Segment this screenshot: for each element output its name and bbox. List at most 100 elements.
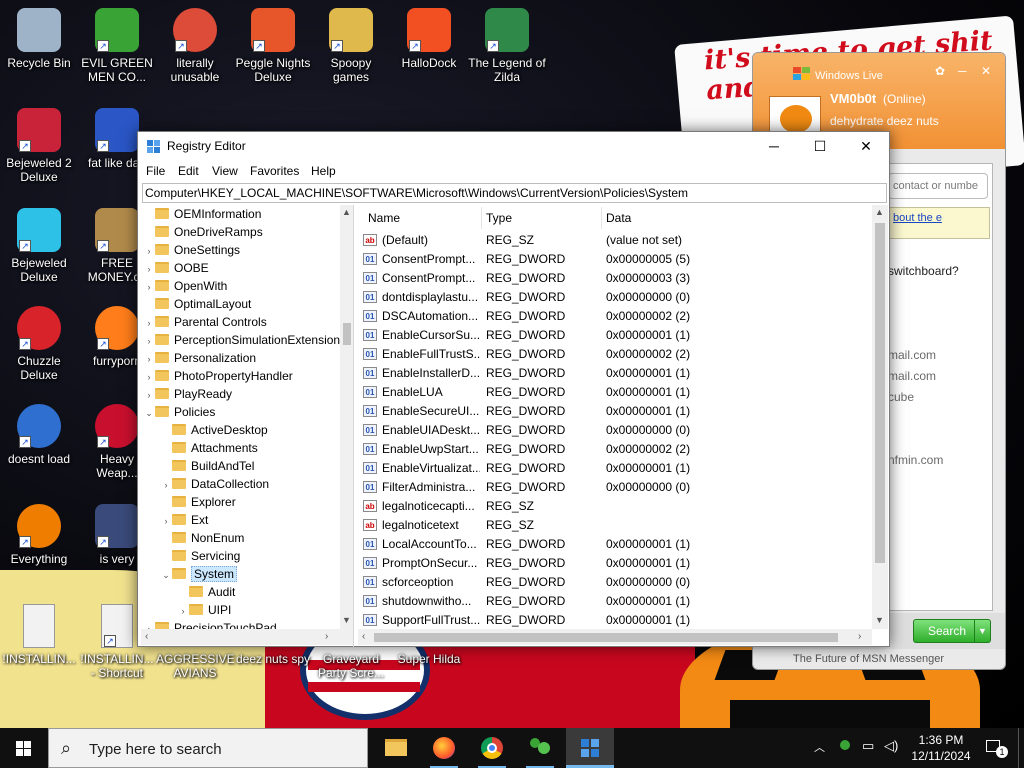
scroll-up-arrow-icon[interactable]: ▲ [342,207,351,217]
tree-node[interactable]: Audit [177,583,235,601]
address-bar[interactable]: Computer\HKEY_LOCAL_MACHINE\SOFTWARE\Mic… [142,183,887,203]
scroll-down-arrow-icon[interactable]: ▼ [342,615,351,625]
registry-value-row[interactable]: 01 shutdownwitho... REG_DWORD 0x00000001 (1… [358,592,868,611]
registry-value-row[interactable]: 01 EnableSecureUI... REG_DWORD 0x00000001 (… [358,402,868,421]
column-header-data[interactable]: Data [602,207,872,229]
minimize-button[interactable]: ─ [958,64,967,78]
scroll-right-arrow-icon[interactable]: › [325,631,328,642]
scroll-right-arrow-icon[interactable]: › [858,631,861,642]
chevron-right-icon[interactable]: › [143,242,155,260]
network-icon[interactable]: ▭ [862,738,874,768]
desktop-icon[interactable]: ↗ Peggle Nights Deluxe [234,8,312,84]
show-desktop-button[interactable] [1018,728,1024,768]
list-horizontal-scrollbar[interactable]: ‹ › [358,629,872,645]
chevron-down-icon[interactable]: ⌄ [160,566,172,584]
chevron-right-icon[interactable]: › [143,368,155,386]
tree-horizontal-scrollbar[interactable]: ‹ › [141,629,353,645]
chevron-right-icon[interactable]: › [143,278,155,296]
desktop-icon[interactable]: ↗ Everything [0,504,78,566]
desktop-icon[interactable]: !INSTALLIN... [0,604,78,666]
column-header-name[interactable]: Name [364,207,482,229]
volume-icon[interactable]: ◁) [884,738,898,768]
chevron-right-icon[interactable]: › [143,350,155,368]
tree-node[interactable]: › Ext [160,511,209,530]
contact-search-input[interactable]: contact or numbe [888,173,988,199]
desktop-icon[interactable]: ↗ Bejeweled Deluxe [0,208,78,284]
menu-help[interactable]: Help [311,164,336,178]
desktop-icon[interactable]: deez nuts spy [234,652,312,666]
tree-node[interactable]: NonEnum [160,529,244,547]
list-vertical-scrollbar[interactable]: ▲ ▼ [872,205,888,629]
tree-node[interactable]: OneDriveRamps [143,223,263,241]
tree-node[interactable]: ⌄ Policies [143,403,215,421]
registry-value-row[interactable]: 01 FilterAdministra... REG_DWORD 0x00000000… [358,478,868,497]
scroll-up-arrow-icon[interactable]: ▲ [875,207,884,217]
avatar[interactable] [769,96,821,136]
system-clock[interactable]: 1:36 PM 12/11/2024 [906,732,976,764]
registry-value-row[interactable]: 01 EnableInstallerD... REG_DWORD 0x00000001… [358,364,868,383]
registry-value-row[interactable]: 01 ConsentPrompt... REG_DWORD 0x00000005 (5… [358,250,868,269]
desktop-icon[interactable]: ↗ Bejeweled 2 Deluxe [0,108,78,184]
registry-value-row[interactable]: 01 SupportFullTrust... REG_DWORD 0x00000001… [358,611,868,630]
chevron-down-icon[interactable]: ⌄ [143,404,155,422]
taskbar-regedit[interactable] [566,728,614,768]
chevron-right-icon[interactable]: › [160,512,172,530]
tree-node[interactable]: › UIPI [177,601,232,619]
registry-value-row[interactable]: 01 EnableVirtualizat... REG_DWORD 0x0000000… [358,459,868,478]
contact-entry[interactable]: mail.com [888,369,936,383]
menu-view[interactable]: View [212,164,238,178]
column-header-type[interactable]: Type [482,207,602,229]
title-bar[interactable]: Registry Editor ─ ☐ ✕ [138,132,889,160]
people-icon[interactable] [838,738,852,754]
registry-value-row[interactable]: ab legalnoticecapti... REG_SZ [358,497,868,516]
scroll-left-arrow-icon[interactable]: ‹ [145,631,148,642]
desktop-icon[interactable]: Graveyard Party Scre... [312,652,390,680]
registry-value-row[interactable]: 01 dontdisplaylastu... REG_DWORD 0x00000000… [358,288,868,307]
personal-message[interactable]: dehydrate deez nuts [830,114,939,128]
tree-node[interactable]: Explorer [160,493,236,511]
settings-icon[interactable]: ✿ [935,64,945,78]
chevron-right-icon[interactable]: › [143,332,155,350]
tree-node[interactable]: BuildAndTel [160,457,254,475]
info-banner-link[interactable]: bout the e [888,207,990,239]
contact-entry[interactable]: cube [888,390,914,404]
key-tree-pane[interactable]: OEMInformation OneDriveRamps › OneSettings ›… [141,205,354,647]
menu-file[interactable]: File [146,164,165,178]
tree-node[interactable]: › OpenWith [143,277,228,296]
status-indicator[interactable]: (Online) [883,92,926,106]
tree-node[interactable]: › DataCollection [160,475,270,493]
user-display-name[interactable]: VM0b0t [830,91,876,106]
tree-node[interactable]: OEMInformation [143,205,261,223]
list-scroll-thumb[interactable] [875,223,885,563]
desktop-icon[interactable]: AGGRESSIVE AVIANS [156,652,235,680]
desktop-icon[interactable]: ↗ doesnt load [0,404,78,466]
tree-node[interactable]: › PhotoPropertyHandler [143,367,293,385]
registry-value-row[interactable]: 01 EnableFullTrustS... REG_DWORD 0x00000002… [358,345,868,364]
tree-node[interactable]: › PlayReady [143,385,233,404]
registry-value-row[interactable]: 01 EnableCursorSu... REG_DWORD 0x00000001 (… [358,326,868,345]
desktop-icon[interactable]: Super Hilda [390,652,468,666]
taskbar-messenger[interactable] [516,728,564,768]
tree-node[interactable]: › OOBE [143,259,209,277]
minimize-button[interactable]: ─ [751,132,797,160]
desktop-icon[interactable]: ↗ Chuzzle Deluxe [0,306,78,382]
tree-node[interactable]: › Parental Controls [143,313,267,331]
tree-scroll-thumb[interactable] [343,323,351,345]
values-list-pane[interactable]: Name Type Data ab (Default) REG_SZ (value n… [358,205,889,647]
menu-favorites[interactable]: Favorites [250,164,299,178]
start-button[interactable] [0,728,48,768]
scroll-left-arrow-icon[interactable]: ‹ [362,631,365,642]
search-button[interactable]: Search ▼ [913,619,991,643]
chevron-right-icon[interactable]: › [143,386,155,404]
tree-node[interactable]: OptimalLayout [143,295,251,313]
desktop-icon[interactable]: ↗ EVIL GREEN MEN CO... [78,8,156,84]
registry-value-row[interactable]: 01 DSCAutomation... REG_DWORD 0x00000002 (2… [358,307,868,326]
taskbar-search-input[interactable]: ⌕ Type here to search [48,728,368,768]
menu-edit[interactable]: Edit [178,164,199,178]
chevron-right-icon[interactable]: › [143,314,155,332]
tree-node[interactable]: › OneSettings [143,241,241,260]
close-button[interactable]: ✕ [843,132,889,160]
desktop-icon[interactable]: ↗ The Legend of Zilda [468,8,546,84]
tree-node[interactable]: ⌄ System [160,565,238,584]
close-button[interactable]: ✕ [981,64,991,78]
